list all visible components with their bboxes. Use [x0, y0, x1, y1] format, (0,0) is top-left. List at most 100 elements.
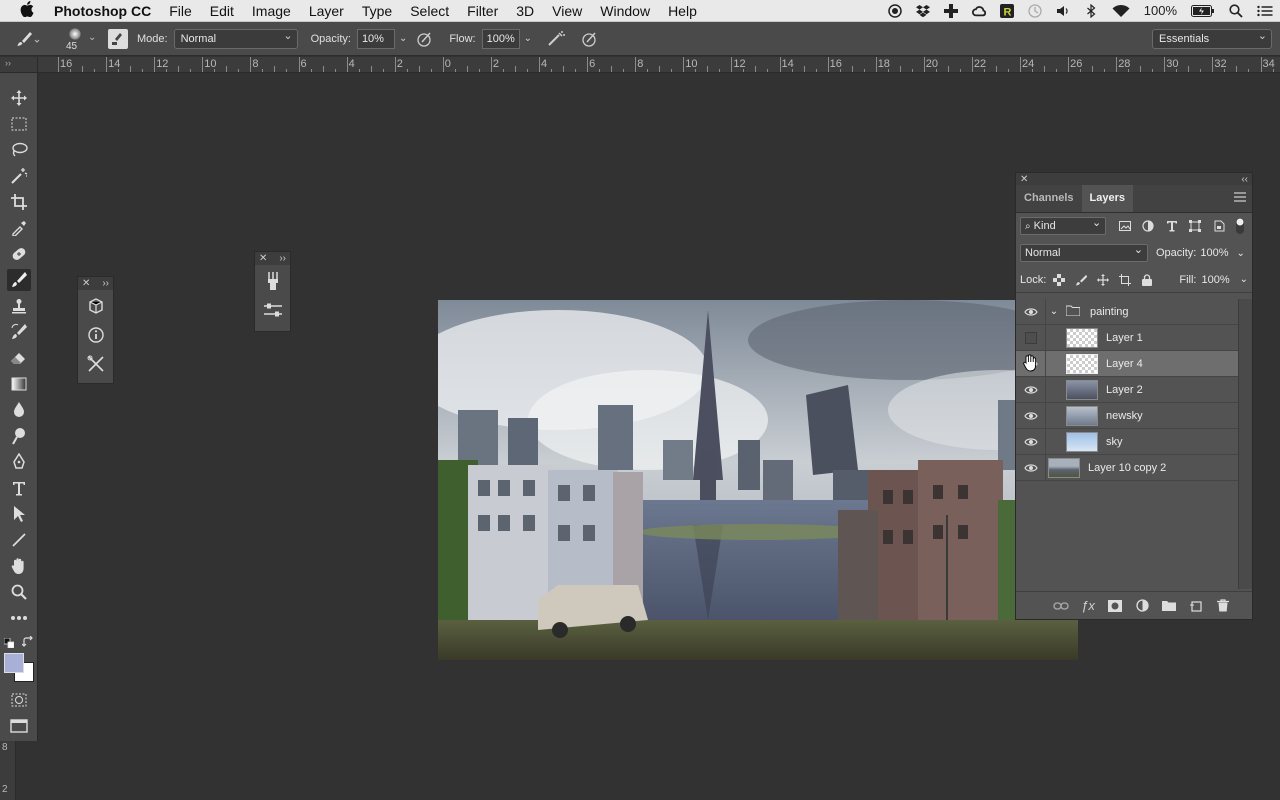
tab-layers[interactable]: Layers — [1081, 185, 1133, 212]
move-tool-icon[interactable] — [7, 87, 31, 109]
eraser-tool-icon[interactable] — [7, 347, 31, 369]
filter-pixel-icon[interactable] — [1117, 218, 1132, 234]
visibility-eye-icon[interactable] — [1016, 376, 1046, 403]
menu-edit[interactable]: Edit — [201, 0, 243, 22]
filter-shape-icon[interactable] — [1188, 218, 1203, 234]
pressure-opacity-icon[interactable] — [415, 29, 435, 49]
menu-type[interactable]: Type — [353, 0, 401, 22]
layer-row-layer-4[interactable]: Layer 4 — [1016, 350, 1238, 377]
link-layers-icon[interactable] — [1052, 597, 1070, 615]
clone-stamp-tool-icon[interactable] — [7, 295, 31, 317]
new-group-folder-icon[interactable] — [1160, 597, 1178, 615]
trash-icon[interactable] — [1214, 597, 1232, 615]
3d-panel-icon[interactable] — [83, 293, 109, 319]
menu-image[interactable]: Image — [243, 0, 300, 22]
lock-image-pixels-icon[interactable] — [1074, 273, 1087, 287]
menu-3d[interactable]: 3D — [507, 0, 543, 22]
screen-mode-icon[interactable] — [7, 715, 31, 737]
layer-row-sky[interactable]: sky — [1016, 428, 1238, 455]
horizontal-ruler[interactable]: 16 14 12 10 8 6 4 2 0 2 4 6 8 10 12 14 16 18 20 22 24 26 28 30 3… — [38, 57, 1280, 73]
gradient-tool-icon[interactable] — [7, 373, 31, 395]
info-panel-icon[interactable] — [83, 322, 109, 348]
panel-header[interactable]: ✕ ›› — [255, 252, 290, 265]
add-mask-icon[interactable] — [1106, 597, 1124, 615]
layer-row-layer-2[interactable]: Layer 2 — [1016, 376, 1238, 403]
chevron-down-icon[interactable]: ⌄ — [1240, 274, 1248, 285]
brush-preset-picker[interactable]: 45 ⌄ — [66, 24, 98, 54]
healing-brush-tool-icon[interactable] — [7, 243, 31, 265]
airbrush-icon[interactable] — [546, 29, 566, 49]
swap-colors-icon[interactable] — [21, 635, 34, 648]
filter-smart-object-icon[interactable] — [1211, 218, 1226, 234]
fill-value[interactable]: 100% — [1201, 274, 1229, 286]
foreground-color-swatch[interactable] — [4, 653, 24, 673]
layer-row-layer-1[interactable]: Layer 1 — [1016, 324, 1238, 351]
creative-cloud-icon[interactable] — [965, 0, 993, 22]
opacity-value[interactable]: 100% — [1200, 247, 1228, 259]
blur-tool-icon[interactable] — [7, 399, 31, 421]
collapse-icon[interactable]: ‹‹ — [1241, 174, 1248, 185]
lock-artboard-icon[interactable] — [1118, 273, 1131, 287]
tab-channels[interactable]: Channels — [1016, 185, 1082, 212]
brush-settings-panel-icon[interactable] — [260, 268, 286, 294]
volume-icon[interactable] — [1049, 0, 1077, 22]
menu-select[interactable]: Select — [401, 0, 458, 22]
filter-adjustment-icon[interactable] — [1141, 218, 1156, 234]
lock-position-icon[interactable] — [1096, 273, 1109, 287]
type-tool-icon[interactable] — [7, 477, 31, 499]
marquee-tool-icon[interactable] — [7, 113, 31, 135]
fx-layer-style-icon[interactable]: ƒx — [1079, 597, 1097, 615]
flow-slider-toggle[interactable]: ⌄ — [524, 33, 532, 44]
visibility-eye-icon[interactable] — [1016, 298, 1046, 325]
filter-kind-select[interactable]: ⌕ Kind — [1020, 215, 1107, 235]
layer-row-painting[interactable]: ⌄ painting — [1016, 298, 1238, 325]
menu-window[interactable]: Window — [591, 0, 659, 22]
brush-panel-toggle-icon[interactable] — [108, 28, 128, 49]
dropbox-icon[interactable] — [909, 0, 937, 22]
visibility-eye-icon[interactable] — [1016, 402, 1046, 429]
vertical-ruler[interactable]: 8 2 — [0, 740, 16, 800]
hand-tool-icon[interactable] — [7, 555, 31, 577]
layer-row-layer-10-copy-2[interactable]: Layer 10 copy 2 — [1016, 454, 1238, 481]
opacity-slider-toggle[interactable]: ⌄ — [399, 33, 407, 44]
workspace-select[interactable]: Essentials — [1152, 27, 1272, 49]
menu-filter[interactable]: Filter — [458, 0, 507, 22]
mode-select[interactable]: Normal — [173, 27, 298, 49]
close-icon[interactable]: ✕ — [259, 253, 267, 264]
menu-view[interactable]: View — [543, 0, 591, 22]
visibility-off-toggle[interactable] — [1016, 324, 1046, 351]
layer-row-newsky[interactable]: newsky — [1016, 402, 1238, 429]
expand-icon[interactable]: ›› — [102, 278, 109, 289]
r-app-icon[interactable]: R — [993, 0, 1021, 22]
app-name-menu[interactable]: Photoshop CC — [54, 0, 160, 22]
filter-type-icon[interactable] — [1164, 218, 1179, 234]
eyedropper-tool-icon[interactable] — [7, 217, 31, 239]
tool-presets-panel-icon[interactable] — [83, 351, 109, 377]
visibility-eye-icon[interactable] — [1016, 428, 1046, 455]
chevron-down-icon[interactable]: ⌄ — [1237, 248, 1245, 259]
bluetooth-icon[interactable] — [1077, 0, 1105, 22]
wifi-icon[interactable] — [1105, 0, 1137, 22]
menu-file[interactable]: File — [160, 0, 201, 22]
dodge-tool-icon[interactable] — [7, 425, 31, 447]
blend-mode-select[interactable]: Normal — [1020, 242, 1148, 262]
plus-app-icon[interactable] — [937, 0, 965, 22]
close-icon[interactable]: ✕ — [82, 278, 90, 289]
menu-help[interactable]: Help — [659, 0, 706, 22]
new-layer-icon[interactable] — [1187, 597, 1205, 615]
spotlight-search-icon[interactable] — [1222, 0, 1250, 22]
default-colors-icon[interactable] — [3, 637, 15, 649]
pressure-size-icon[interactable] — [580, 29, 600, 49]
visibility-eye-icon[interactable] — [1016, 454, 1046, 481]
zoom-tool-icon[interactable] — [7, 581, 31, 603]
tool-preset-brush-icon[interactable] — [14, 24, 42, 54]
close-icon[interactable]: ✕ — [1020, 174, 1028, 185]
ruler-corner[interactable]: ›› — [0, 57, 38, 73]
adjustments-sliders-icon[interactable] — [260, 297, 286, 323]
panel-header[interactable]: ✕ ‹‹ — [1016, 173, 1252, 185]
panel-header[interactable]: ✕ ›› — [78, 277, 113, 290]
battery-icon[interactable] — [1184, 0, 1222, 22]
notification-center-icon[interactable] — [1250, 0, 1280, 22]
history-brush-tool-icon[interactable] — [7, 321, 31, 343]
opacity-input[interactable]: 10% — [356, 28, 395, 49]
